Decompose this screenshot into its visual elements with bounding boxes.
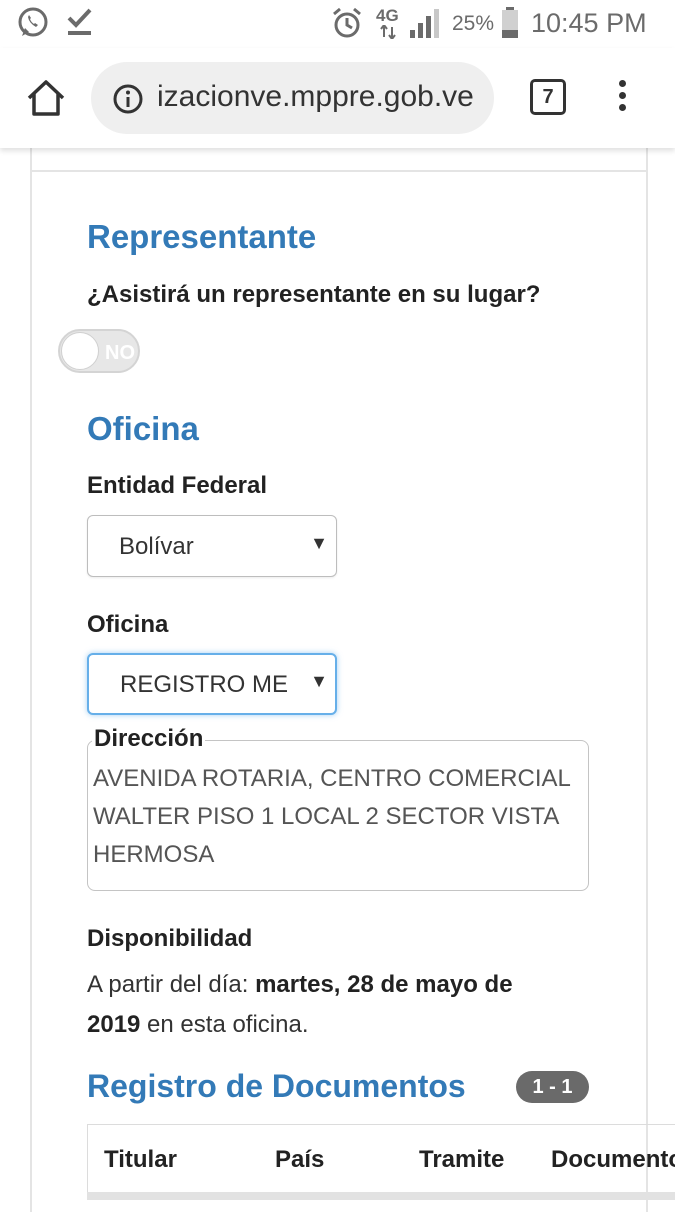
toggle-label: NO <box>105 342 135 364</box>
oficina-label: Oficina <box>87 611 169 638</box>
section-title-oficina: Oficina <box>87 410 199 447</box>
direccion-label: Dirección <box>92 725 206 753</box>
clock: 10:45 PM <box>531 8 647 38</box>
section-title-representante: Representante <box>87 218 317 255</box>
chevron-down-icon: ▼ <box>310 533 328 553</box>
direccion-text: AVENIDA ROTARIA, CENTRO COMERCIAL WALTER… <box>93 765 570 868</box>
records-count-badge: 1 - 1 <box>516 1071 589 1103</box>
battery-icon <box>502 7 518 38</box>
representante-question: ¿Asistirá un representante en su lugar? <box>87 281 541 308</box>
column-header-tramite[interactable]: Tramite <box>419 1146 504 1174</box>
tab-switcher-button[interactable]: 7 <box>530 79 566 115</box>
data-arrows-icon <box>380 25 396 39</box>
network-type-label: 4G <box>376 6 399 25</box>
chevron-down-icon: ▼ <box>310 671 328 691</box>
battery-percent: 25% <box>452 12 495 35</box>
column-header-pais[interactable]: País <box>275 1146 324 1174</box>
home-icon[interactable] <box>24 76 68 120</box>
address-bar[interactable]: izacionve.mppre.gob.ve <box>91 62 494 134</box>
browser-toolbar: izacionve.mppre.gob.ve 7 <box>0 48 675 148</box>
whatsapp-icon <box>18 7 48 37</box>
column-header-titular[interactable]: Titular <box>104 1146 177 1174</box>
entidad-federal-value: Bolívar <box>119 533 194 560</box>
entidad-federal-label: Entidad Federal <box>87 472 268 499</box>
oficina-select[interactable]: REGISTRO ME ▼ <box>87 653 337 715</box>
card-edge <box>30 148 648 170</box>
status-bar: 4G 25% 10:45 PM <box>0 0 675 48</box>
signal-icon <box>410 9 439 38</box>
disponibilidad-label: Disponibilidad <box>87 925 253 952</box>
url-text[interactable]: izacionve.mppre.gob.ve <box>157 80 474 114</box>
info-icon[interactable] <box>113 84 143 114</box>
alarm-icon <box>333 7 361 38</box>
representante-toggle[interactable]: NO <box>58 329 140 373</box>
table-header-rule <box>87 1192 675 1200</box>
download-done-icon <box>67 8 92 35</box>
section-title-registro: Registro de Documentos <box>87 1068 466 1104</box>
oficina-value: REGISTRO ME <box>120 671 289 698</box>
toggle-knob <box>61 332 99 370</box>
column-header-documento[interactable]: Documento <box>551 1146 675 1174</box>
overflow-menu-icon[interactable] <box>614 80 630 120</box>
avail-prefix: A partir del día: <box>87 971 256 998</box>
disponibilidad-text: A partir del día: martes, 28 de mayo de … <box>87 965 567 1045</box>
avail-suffix: en esta oficina. <box>140 1011 309 1038</box>
entidad-federal-select[interactable]: Bolívar ▼ <box>87 515 337 577</box>
